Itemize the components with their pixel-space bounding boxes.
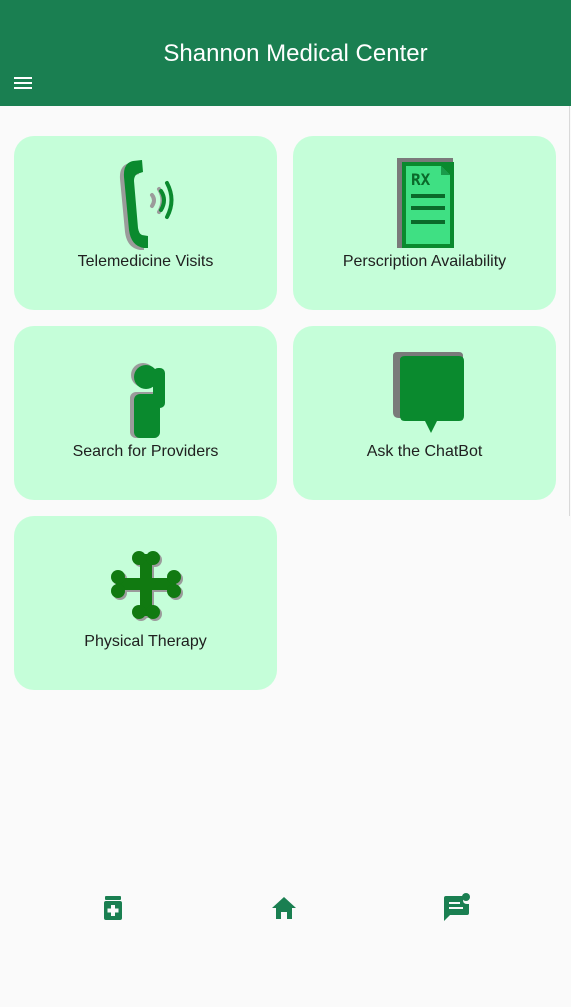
- search-providers-card[interactable]: Search for Providers: [14, 326, 277, 500]
- bone-cross-icon: [14, 530, 277, 630]
- card-label: Telemedicine Visits: [77, 253, 214, 270]
- app-bar: Shannon Medical Center: [0, 0, 571, 106]
- physical-therapy-card[interactable]: Physical Therapy: [14, 516, 277, 690]
- home-icon[interactable]: [268, 892, 300, 924]
- scroll-edge-divider: [569, 106, 570, 516]
- telemedicine-visits-card[interactable]: Telemedicine Visits: [14, 136, 277, 310]
- page-title: Shannon Medical Center: [163, 40, 428, 67]
- card-label: Search for Providers: [72, 443, 219, 460]
- medication-icon[interactable]: [97, 892, 129, 924]
- hamburger-menu-icon[interactable]: [11, 71, 35, 95]
- phone-icon: [14, 150, 277, 250]
- chat-bubble-icon: [293, 340, 556, 440]
- card-label: Ask the ChatBot: [366, 443, 483, 460]
- prescription-rx-icon: RX: [293, 150, 556, 250]
- app-screen: Shannon Medical Center Telemedicine Visi…: [0, 0, 571, 1007]
- svg-text:RX: RX: [411, 170, 431, 189]
- chat-notification-icon[interactable]: [440, 892, 472, 924]
- ask-chatbot-card[interactable]: Ask the ChatBot: [293, 326, 556, 500]
- card-label: Perscription Availability: [342, 253, 507, 270]
- provider-person-icon: [14, 340, 277, 440]
- card-label: Physical Therapy: [84, 633, 207, 650]
- prescription-availability-card[interactable]: RX Perscription Availability: [293, 136, 556, 310]
